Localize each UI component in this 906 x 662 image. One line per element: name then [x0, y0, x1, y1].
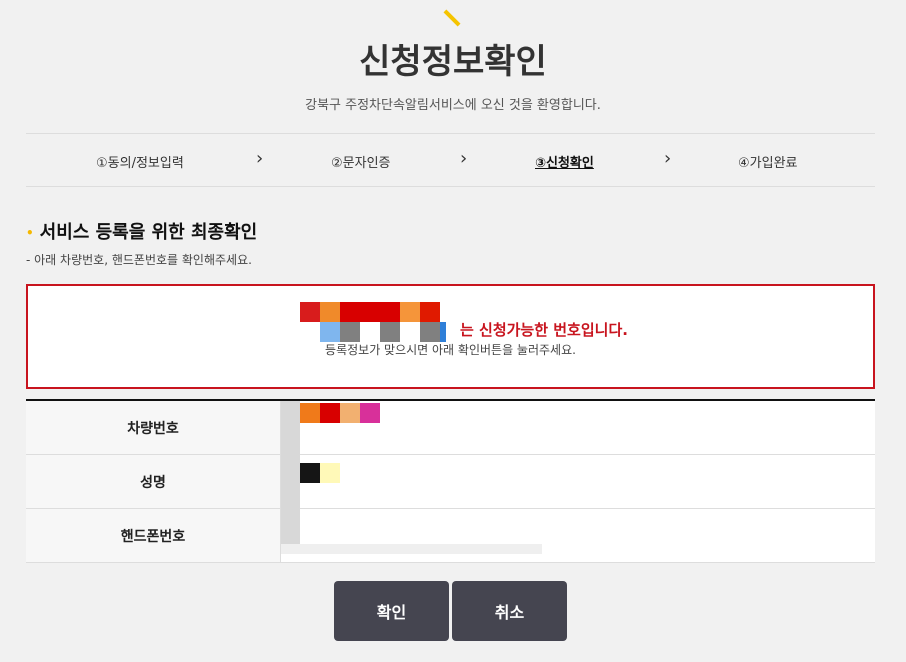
step-3-active: ③신청확인: [535, 156, 594, 171]
label-name: 성명: [26, 455, 281, 508]
redacted-name-mosaic: [300, 463, 340, 483]
redacted-vehicle-mosaic: [300, 403, 380, 423]
info-table: 차량번호 성명 핸드폰번호: [26, 399, 875, 563]
step-2: ②문자인증: [331, 156, 391, 171]
label-phone-number: 핸드폰번호: [26, 509, 281, 562]
redaction-bar: [281, 401, 300, 544]
redaction-bar: [281, 544, 542, 554]
bullet-icon: •: [26, 226, 34, 240]
section-title: • 서비스 등록을 위한 최종확인: [26, 218, 257, 244]
notice-box: 는 신청가능한 번호입니다. 등록정보가 맞으시면 아래 확인버튼을 눌러주세요…: [26, 284, 875, 389]
chevron-right-icon: ›: [664, 148, 672, 169]
redacted-plate-mosaic: [300, 302, 440, 322]
chevron-right-icon: ›: [460, 148, 468, 169]
section-title-text: 서비스 등록을 위한 최종확인: [39, 222, 258, 243]
cancel-button[interactable]: 취소: [452, 581, 567, 641]
table-row: 성명: [26, 455, 875, 509]
available-message: 는 신청가능한 번호입니다.: [460, 321, 628, 339]
confirm-instruction: 등록정보가 맞으시면 아래 확인버튼을 눌러주세요.: [325, 343, 576, 357]
accent-line: [443, 9, 461, 27]
chevron-right-icon: ›: [256, 148, 264, 169]
section-description: - 아래 차량번호, 핸드폰번호를 확인해주세요.: [26, 253, 252, 267]
label-vehicle-number: 차량번호: [26, 401, 281, 454]
step-4: ④가입완료: [738, 156, 798, 171]
redacted-plate-mosaic-2: [300, 322, 446, 342]
step-indicator: ①동의/정보입력 › ②문자인증 › ③신청확인 › ④가입완료: [26, 133, 875, 187]
page-subtitle: 강북구 주정차단속알림서비스에 오신 것을 환영합니다.: [305, 98, 601, 113]
table-row: 핸드폰번호: [26, 509, 875, 563]
step-1: ①동의/정보입력: [96, 156, 184, 171]
page-title: 신청정보확인: [359, 42, 547, 82]
table-row: 차량번호: [26, 401, 875, 455]
confirm-button[interactable]: 확인: [334, 581, 449, 641]
